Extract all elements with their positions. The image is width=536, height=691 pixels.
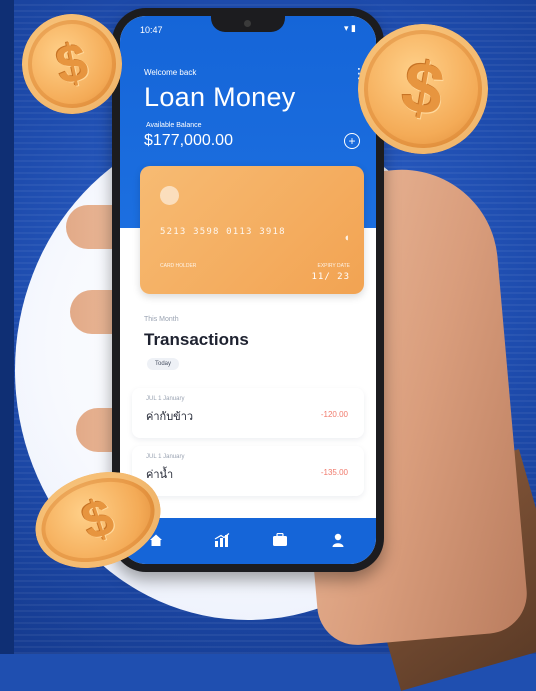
background-edge [0,0,14,654]
phone-screen: 10:47 ▾ ▮ Welcome back ⋮ Loan Money Avai… [120,16,376,564]
transaction-name: ค่าน้ำ [146,469,174,481]
app-title: Loan Money [144,82,296,112]
card-holder-label: CARD HOLDER [160,263,197,269]
notch [211,16,285,32]
phone: 10:47 ▾ ▮ Welcome back ⋮ Loan Money Avai… [112,8,384,572]
bottom-nav [120,518,376,564]
bank-card[interactable]: 5213 3598 0113 3918 ◖ CARD HOLDER EXPIRY… [140,166,364,294]
add-money-button[interactable]: + [344,133,360,149]
welcome-text: Welcome back [144,68,197,77]
transaction-date: JUL 1 January [146,396,185,402]
section-caption: This Month [144,316,179,323]
stats-icon[interactable] [212,532,232,548]
balance-label: Available Balance [146,122,202,129]
transaction-date: JUL 1 January [146,454,185,460]
card-logo-icon [160,186,179,205]
profile-icon[interactable] [328,532,348,548]
filter-today-chip[interactable]: Today [147,358,180,370]
contactless-icon: ◖ [343,232,350,244]
wallet-icon[interactable] [270,532,290,548]
transaction-row[interactable]: JUL 1 January ค่ากับข้าว -120.00 [132,388,364,438]
transactions-title: Transactions [144,330,249,349]
card-expiry: 11/ 23 [311,272,350,282]
expiry-label: EXPIRY DATE [317,263,350,269]
transaction-name: ค่ากับข้าว [146,411,194,423]
card-number: 5213 3598 0113 3918 [160,227,286,237]
signal-battery-icon: ▾ ▮ [344,23,356,33]
camera-icon [244,20,251,27]
more-menu-icon[interactable]: ⋮ [352,66,366,80]
transaction-row[interactable]: JUL 1 January ค่าน้ำ -135.00 [132,446,364,496]
balance-amount: $177,000.00 [144,132,233,149]
status-time: 10:47 [140,25,163,35]
transaction-amount: -135.00 [320,468,348,477]
transaction-amount: -120.00 [320,410,348,419]
